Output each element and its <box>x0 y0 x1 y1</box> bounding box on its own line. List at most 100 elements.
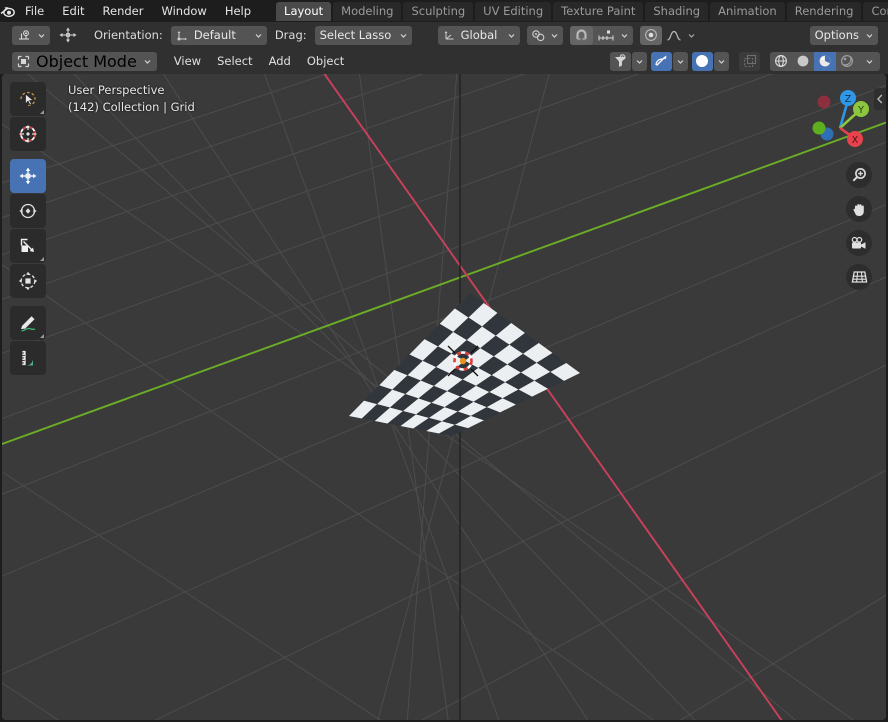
transform-tool[interactable] <box>10 264 46 298</box>
show-overlays-icon[interactable] <box>692 51 713 71</box>
snap-magnet-icon[interactable] <box>569 25 593 45</box>
viewport-menu-object[interactable]: Object <box>300 52 351 71</box>
scale-tool[interactable] <box>10 229 46 263</box>
menu-help[interactable]: Help <box>216 0 260 22</box>
neg-x-ball <box>817 95 831 109</box>
global-value: Global <box>460 28 498 42</box>
wireframe-shading-icon[interactable] <box>770 52 792 71</box>
drag-label: Drag: <box>274 28 307 42</box>
chevron-down-icon <box>866 33 873 38</box>
viewport-toolbar <box>10 82 46 375</box>
options-label: Options <box>814 28 859 42</box>
toggle-ortho-button[interactable] <box>846 264 872 290</box>
transform-gizmo-icon[interactable] <box>50 26 86 44</box>
menu-window[interactable]: Window <box>152 0 215 22</box>
rendered-shading-icon[interactable] <box>836 52 858 71</box>
toggle-xray-icon[interactable] <box>739 51 760 71</box>
cursor-tool[interactable] <box>10 117 46 151</box>
viewport-menu-view[interactable]: View <box>167 52 208 71</box>
tweak-select-tool[interactable] <box>10 82 46 116</box>
tool-expand-corner <box>40 334 44 338</box>
grid-perspective-icon <box>851 271 867 283</box>
orientation-label: Orientation: <box>94 28 163 42</box>
snapping-controls[interactable] <box>569 25 633 45</box>
show-gizmo-icon[interactable] <box>651 51 672 71</box>
shading-mode-group[interactable] <box>770 51 880 71</box>
viewport-menu-select[interactable]: Select <box>210 52 259 71</box>
options-dropdown[interactable]: Options <box>809 25 878 45</box>
neg-y-ball <box>812 121 826 135</box>
chevron-down-icon <box>38 33 45 38</box>
move-tool[interactable] <box>10 159 46 193</box>
chevron-down-icon[interactable] <box>632 51 647 71</box>
tab-animation[interactable]: Animation <box>710 1 785 21</box>
tool-expand-corner <box>40 257 44 261</box>
object-mode-icon <box>17 55 30 68</box>
workspace-tabs: Layout Modeling Sculpting UV Editing Tex… <box>276 0 888 22</box>
solid-shading-icon[interactable] <box>792 52 814 71</box>
transform-orientation-dropdown[interactable]: Global <box>437 25 520 45</box>
viewport-nav-buttons <box>846 162 872 290</box>
proportional-edit-icon <box>527 26 550 45</box>
orientation-axis-icon <box>176 29 189 42</box>
tab-rendering[interactable]: Rendering <box>786 1 862 21</box>
annotate-tool[interactable] <box>10 306 46 340</box>
menu-render[interactable]: Render <box>94 0 153 22</box>
zoom-magnifier-icon <box>852 167 866 182</box>
chevron-down-icon <box>686 26 700 45</box>
zoom-button[interactable] <box>846 162 872 188</box>
3d-viewport[interactable]: User Perspective (142) Collection | Grid <box>2 74 886 720</box>
proportional-editing-controls[interactable] <box>639 25 700 45</box>
overlays-group[interactable] <box>692 51 729 71</box>
tab-layout[interactable]: Layout <box>276 1 332 21</box>
navigation-gizmo[interactable]: Z Y X <box>802 82 878 158</box>
visibility-filter-group[interactable] <box>610 51 647 71</box>
menu-file[interactable]: File <box>16 0 53 22</box>
viewport-menu-add[interactable]: Add <box>262 52 298 71</box>
mode-value: Object Mode <box>36 51 137 71</box>
tool-settings-bar: Orientation: Default Drag: Select Lasso … <box>0 22 888 48</box>
blender-logo-icon[interactable] <box>0 0 16 22</box>
camera-view-button[interactable] <box>846 230 872 256</box>
pan-button[interactable] <box>846 196 872 222</box>
menu-edit[interactable]: Edit <box>53 0 93 22</box>
gizmo-group[interactable] <box>651 51 688 71</box>
mode-dropdown[interactable]: Object Mode <box>12 51 157 71</box>
proportional-editing-icon[interactable] <box>639 25 662 45</box>
x-axis-label: X <box>852 135 859 146</box>
chevron-down-icon <box>255 33 262 38</box>
tab-uv-editing[interactable]: UV Editing <box>475 1 552 21</box>
pivot-point-dropdown[interactable] <box>526 25 563 45</box>
orientation-value: Default <box>193 28 236 42</box>
drag-dropdown[interactable]: Select Lasso <box>314 25 412 45</box>
tab-shading[interactable]: Shading <box>645 1 709 21</box>
visibility-filter-icon[interactable] <box>610 51 631 71</box>
chevron-down-icon <box>550 26 563 45</box>
z-axis-label: Z <box>845 94 852 105</box>
chevron-down-icon[interactable] <box>858 52 880 71</box>
active-tool-dropdown[interactable] <box>12 25 50 45</box>
blender-window: File Edit Render Window Help Layout Mode… <box>0 0 888 722</box>
tab-texture-paint[interactable]: Texture Paint <box>553 1 644 21</box>
tab-modeling[interactable]: Modeling <box>333 1 402 21</box>
camera-icon <box>851 236 866 249</box>
tab-sculpting[interactable]: Sculpting <box>403 1 474 21</box>
snap-increment-icon[interactable] <box>593 26 619 45</box>
smooth-falloff-icon[interactable] <box>662 26 686 45</box>
global-axis-icon <box>443 29 456 42</box>
material-preview-icon[interactable] <box>814 51 836 71</box>
rotate-tool[interactable] <box>10 194 46 228</box>
y-axis-label: Y <box>857 105 864 116</box>
measure-tool[interactable] <box>10 341 46 375</box>
orientation-dropdown[interactable]: Default <box>170 25 267 45</box>
chevron-down-icon[interactable] <box>714 51 729 71</box>
viewport-header: Object Mode View Select Add Object <box>0 48 888 74</box>
tab-compositing[interactable]: Compositing <box>863 1 888 21</box>
chevron-left-icon[interactable] <box>874 88 886 110</box>
checkerboard-object[interactable] <box>2 74 886 720</box>
hand-pan-icon <box>853 203 864 216</box>
chevron-down-icon <box>508 33 515 38</box>
chevron-down-icon[interactable] <box>673 51 688 71</box>
